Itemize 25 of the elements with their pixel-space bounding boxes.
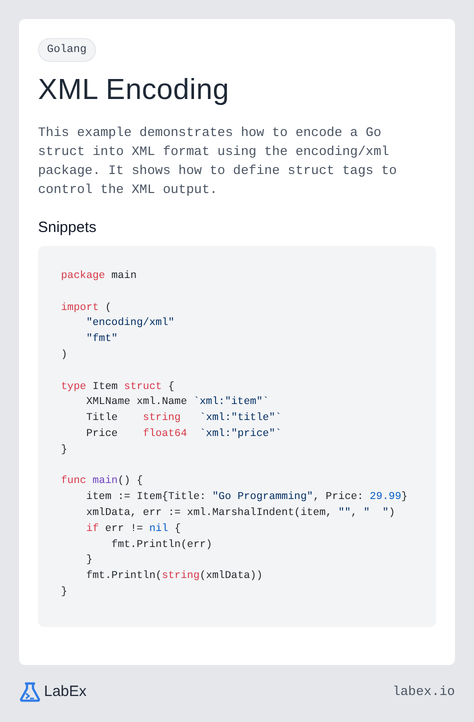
code-line: type Item struct { bbox=[61, 380, 176, 395]
code-line: "fmt" bbox=[85, 332, 119, 348]
flask-icon bbox=[19, 682, 41, 702]
code-line: Price float64 `xml:"price"` bbox=[85, 426, 283, 442]
code-line: package main bbox=[61, 269, 138, 284]
code-line: Title string `xml:"title"` bbox=[85, 411, 283, 426]
code-line: if err != nil { bbox=[85, 522, 182, 537]
brand-logo-text: LabEx bbox=[44, 683, 87, 700]
code-line: fmt.Println(err) bbox=[110, 538, 214, 553]
code-line: "encoding/xml" bbox=[85, 316, 176, 332]
code-line: fmt.Println(string(xmlData)) bbox=[85, 569, 264, 584]
code-line: } bbox=[85, 553, 94, 568]
code-line: item := Item{Title: "Go Programming", Price: 29.99} bbox=[85, 490, 409, 506]
code-line: ) bbox=[61, 348, 68, 363]
site-url: labex.io bbox=[392, 684, 455, 700]
code-line: xmlData, err := xml.MarshalIndent(item, "", " ") bbox=[85, 506, 396, 521]
page-title: XML Encoding bbox=[38, 74, 230, 107]
code-line: func main() { bbox=[61, 474, 144, 490]
code-line: XMLName xml.Name `xml:"item"` bbox=[85, 395, 270, 410]
description-text: This example demonstrates how to encode a Go struct into XML format using the encoding/xml package. It shows how to define struct tags to control the XML output. bbox=[38, 124, 398, 199]
code-line: import ( bbox=[61, 300, 112, 316]
code-line: } bbox=[61, 584, 68, 600]
tag-badge: Golang bbox=[38, 38, 96, 62]
snippets-heading: Snippets bbox=[38, 219, 96, 236]
code-line: } bbox=[61, 442, 68, 458]
